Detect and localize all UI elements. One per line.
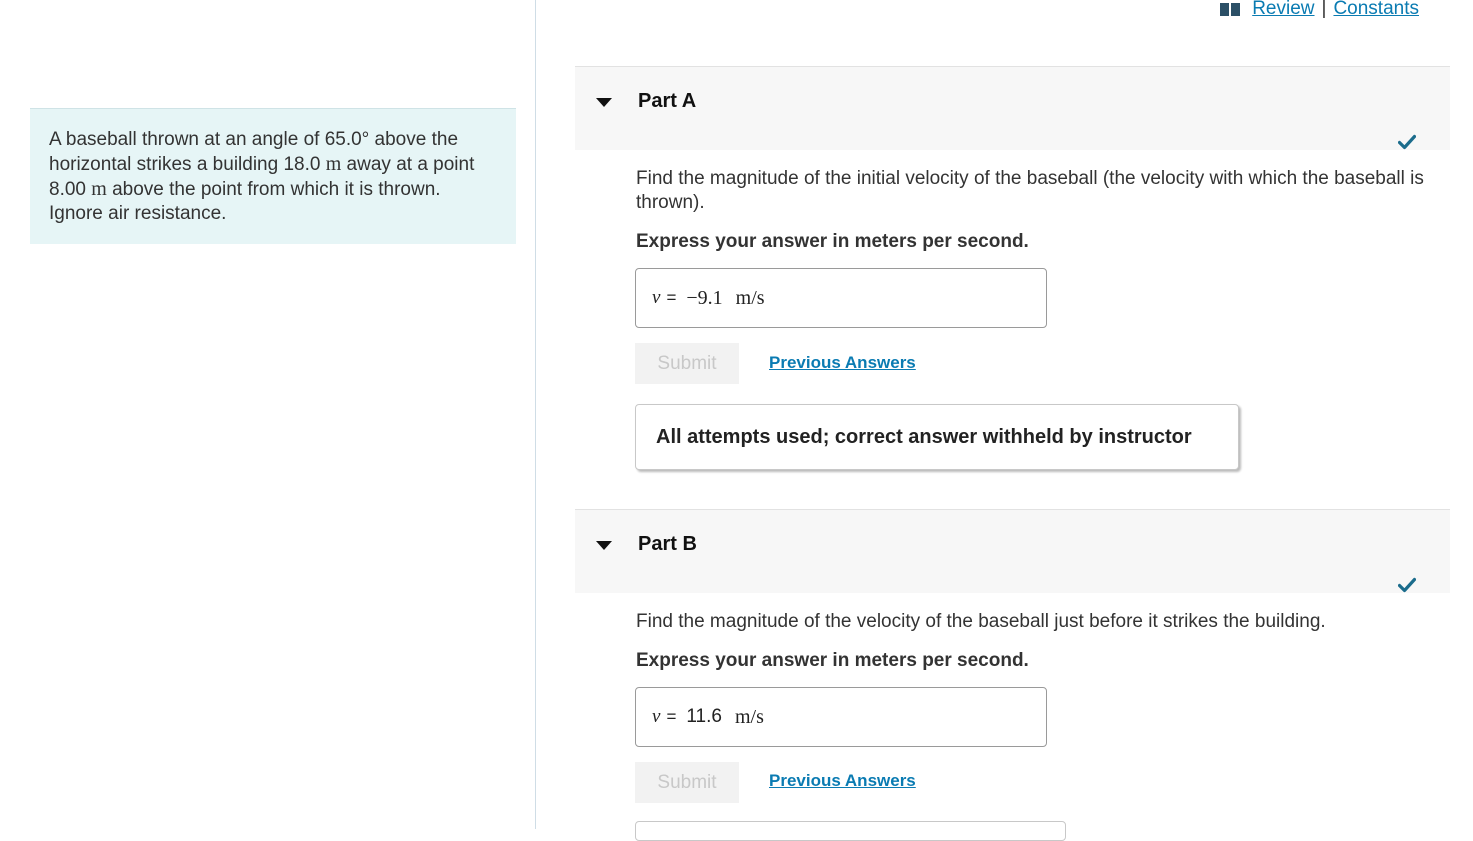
part-a-previous-answers-link[interactable]: Previous Answers — [769, 353, 916, 373]
pane-divider — [535, 0, 536, 829]
checkmark-icon — [1398, 577, 1416, 593]
answer-unit: m/s — [735, 286, 765, 309]
part-a-answer-field[interactable]: v = −9.1 m/s — [635, 268, 1047, 328]
part-b-feedback — [635, 821, 1066, 841]
part-b-title: Part B — [638, 533, 697, 555]
part-a-submit-button[interactable]: Submit — [635, 343, 739, 384]
variable-label: v — [652, 287, 661, 308]
part-a-question: Find the magnitude of the initial veloci… — [636, 168, 1424, 213]
part-b-previous-answers-link[interactable]: Previous Answers — [769, 771, 916, 791]
part-a-instruction: Express your answer in meters per second… — [636, 231, 1029, 252]
checkmark-icon — [1398, 134, 1416, 150]
caret-down-icon[interactable] — [596, 98, 612, 107]
part-b-submit-button[interactable]: Submit — [635, 762, 739, 803]
answer-value: 11.6 — [686, 706, 722, 727]
equals-sign: = — [666, 707, 677, 726]
answer-unit: m/s — [734, 705, 764, 728]
caret-down-icon[interactable] — [596, 541, 612, 550]
part-b-question: Find the magnitude of the velocity of th… — [636, 611, 1326, 632]
part-b-answer-field[interactable]: v = 11.6 m/s — [635, 687, 1047, 747]
review-link[interactable]: Review — [1252, 0, 1314, 20]
part-b-header[interactable]: Part B — [575, 509, 1450, 593]
part-b-instruction: Express your answer in meters per second… — [636, 650, 1029, 671]
book-icon — [1220, 2, 1241, 17]
part-a-title: Part A — [638, 90, 697, 112]
top-links: Review | Constants — [1220, 0, 1419, 20]
constants-link[interactable]: Constants — [1333, 0, 1419, 20]
equals-sign: = — [666, 288, 677, 307]
part-a-header[interactable]: Part A — [575, 66, 1450, 150]
link-separator: | — [1321, 0, 1327, 19]
part-a-feedback: All attempts used; correct answer withhe… — [635, 404, 1239, 470]
variable-label: v — [652, 706, 661, 727]
answer-value: −9.1 — [686, 286, 723, 309]
problem-statement: A baseball thrown at an angle of 65.0° a… — [30, 108, 516, 244]
